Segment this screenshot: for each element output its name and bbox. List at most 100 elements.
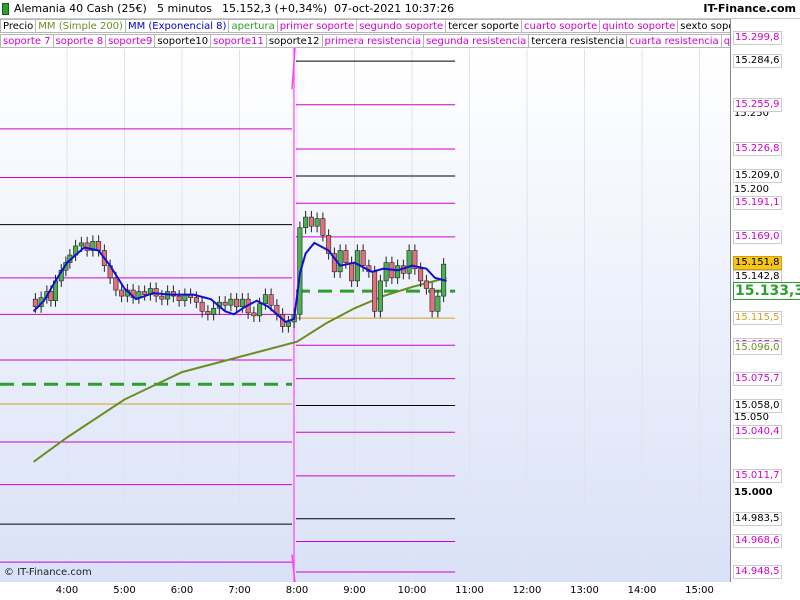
y-price-tag: 15.133,3 — [733, 282, 800, 301]
y-price-tag: 15.284,6 — [733, 54, 782, 69]
bull-candle — [303, 216, 309, 229]
bear-candle — [308, 216, 314, 227]
bull-candle — [314, 218, 320, 227]
x-tick-label: 15:00 — [685, 585, 714, 596]
legend: Precio MM (Simple 200) MM (Exponencial 8) a… — [0, 19, 730, 49]
legend-row: soporte 7 soporte 8 soporte9 soporte10 sopor… — [0, 34, 730, 49]
x-tick-label: 9:00 — [343, 585, 366, 596]
bull-candle — [239, 298, 245, 308]
bear-candle — [193, 297, 199, 303]
y-price-tag: 15.209,0 — [733, 169, 782, 183]
legend-item[interactable]: quint — [720, 34, 730, 48]
legend-item[interactable]: segunda resistencia — [423, 34, 530, 48]
x-tick-label: 10:00 — [397, 585, 427, 596]
bull-candle — [383, 262, 389, 282]
legend-item[interactable]: quinto soporte — [599, 19, 679, 33]
bear-candle — [360, 250, 366, 267]
y-price-tag: 15.255,9 — [733, 97, 782, 112]
y-price-tag: 15.075,7 — [733, 371, 782, 386]
x-axis: 4:00 5:00 6:00 7:00 8:00 9:00 10:00 11:00 12:00 1… — [0, 582, 730, 600]
watermark: © IT-Finance.com — [4, 567, 92, 578]
bear-candle — [372, 271, 378, 312]
legend-item[interactable]: MM (Exponencial 8) — [124, 19, 230, 33]
x-tick-label: 13:00 — [570, 585, 599, 596]
bear-candle — [429, 288, 435, 312]
legend-item[interactable]: soporte9 — [105, 34, 156, 48]
brand-name: IT-Finance.com — [703, 2, 796, 15]
y-price-tag: 15.000 — [733, 486, 774, 499]
legend-item[interactable]: tercer soporte — [445, 19, 523, 33]
watermark-text: IT-Finance.com — [17, 567, 92, 578]
y-tick-label: 15.050 — [734, 411, 769, 423]
legend-item[interactable]: soporte10 — [154, 34, 212, 48]
x-tick-label: 12:00 — [512, 585, 542, 596]
legend-item[interactable]: primera resistencia — [321, 34, 425, 48]
bear-candle — [113, 277, 119, 291]
bear-candle — [418, 268, 424, 282]
x-tick-label: 4:00 — [55, 585, 79, 596]
bear-candle — [142, 291, 148, 295]
bear-candle — [205, 311, 211, 315]
bull-candle — [257, 303, 263, 317]
legend-item[interactable]: MM (Simple 200) — [35, 19, 126, 33]
y-price-tag: 15.151,8 — [733, 256, 782, 270]
bear-candle — [176, 295, 182, 301]
y-price-tag: 15.169,0 — [733, 229, 782, 244]
x-tick-label: 7:00 — [228, 585, 251, 596]
y-price-tag: 15.299,8 — [733, 31, 782, 45]
bear-candle — [119, 289, 125, 297]
bear-candle — [423, 280, 429, 289]
bull-candle — [395, 265, 401, 279]
legend-item[interactable]: segundo soporte — [356, 19, 447, 33]
legend-item[interactable]: cuarta resistencia — [626, 34, 722, 48]
y-price-tag: 15.011,7 — [733, 468, 782, 483]
legend-item[interactable]: primer soporte — [276, 19, 358, 33]
bull-candle — [406, 250, 412, 274]
price-change: 15.152,3 (+0,34%) — [222, 2, 328, 15]
legend-item[interactable]: cuarto soporte — [521, 19, 601, 33]
timeframe: 5 minutos — [157, 2, 212, 15]
legend-item[interactable]: soporte 7 — [0, 34, 54, 48]
legend-item[interactable]: tercera resistencia — [528, 34, 628, 48]
bull-candle — [78, 242, 84, 247]
bear-candle — [96, 241, 102, 251]
x-tick-label: 11:00 — [455, 585, 484, 596]
y-price-tag: 15.040,4 — [733, 425, 782, 440]
legend-item[interactable]: soporte12 — [265, 34, 323, 48]
y-price-tag: 15.096,0 — [733, 340, 782, 355]
bull-candle — [377, 280, 383, 312]
x-tick-label: 6:00 — [170, 585, 194, 596]
bull-candle — [211, 307, 217, 315]
legend-item[interactable]: soporte 8 — [52, 34, 107, 48]
y-price-tag: 14.968,6 — [733, 534, 782, 549]
bear-candle — [349, 262, 355, 282]
timestamp: 07-oct-2021 10:37:26 — [334, 2, 455, 15]
bear-candle — [32, 298, 38, 308]
y-price-tag: 15.226,8 — [733, 142, 782, 156]
y-tick-label: 15.200 — [734, 183, 769, 195]
bear-candle — [234, 298, 240, 308]
bull-candle — [285, 321, 291, 327]
bear-candle — [199, 301, 205, 312]
bear-candle — [159, 295, 165, 300]
x-tick-label: 5:00 — [113, 585, 136, 596]
bull-candle — [262, 294, 268, 305]
x-tick-label: 14:00 — [627, 585, 657, 596]
x-tick-label: 8:00 — [285, 585, 309, 596]
y-price-tag: 15.115,5 — [733, 311, 782, 326]
legend-item[interactable]: Precio — [0, 19, 37, 33]
bear-candle — [222, 301, 228, 306]
y-axis: 15.050 15.200 15.250 15.299,8 15.284,6 15.255… — [730, 19, 800, 582]
legend-item[interactable]: sexto soporte — [677, 19, 730, 33]
legend-item[interactable]: soporte11 — [210, 34, 267, 48]
legend-item[interactable]: apertura — [228, 19, 278, 33]
y-price-tag: 14.948,5 — [733, 565, 782, 579]
price-chart[interactable] — [0, 0, 730, 582]
legend-row: Precio MM (Simple 200) MM (Exponencial 8) a… — [0, 19, 730, 34]
bull-candle — [435, 295, 441, 312]
candle-icon — [2, 3, 9, 15]
bear-candle — [268, 294, 274, 306]
bull-candle — [337, 250, 343, 273]
y-price-tag: 14.983,5 — [733, 511, 782, 526]
bear-candle — [251, 312, 257, 317]
